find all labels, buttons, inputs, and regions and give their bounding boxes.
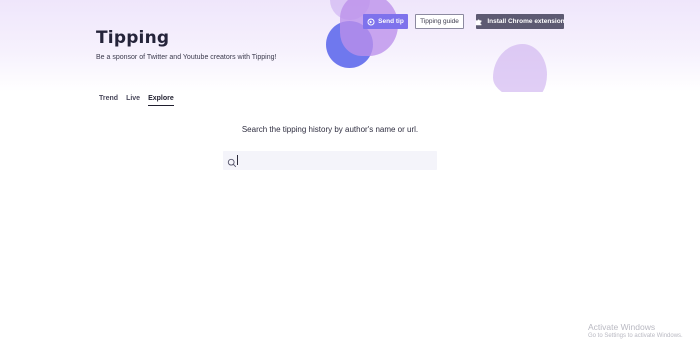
install-extension-button[interactable]: Install Chrome extension <box>475 14 565 29</box>
page: Tipping Be a sponsor of Twitter and Yout… <box>0 0 700 360</box>
tab-explore[interactable]: Explore <box>148 95 174 106</box>
decorative-blob <box>493 44 547 92</box>
activation-watermark: Activate Windows Go to Settings to activ… <box>588 322 683 339</box>
send-tip-button[interactable]: Send tip <box>363 14 408 29</box>
tab-trend[interactable]: Trend <box>99 95 118 106</box>
tab-live[interactable]: Live <box>126 95 140 106</box>
search-box[interactable] <box>223 151 437 170</box>
search-icon <box>227 155 237 168</box>
send-tip-icon <box>367 17 375 26</box>
search-prompt: Search the tipping history by author's n… <box>241 125 419 134</box>
send-tip-label: Send tip <box>378 18 404 25</box>
tipping-guide-button[interactable]: Tipping guide <box>415 14 464 29</box>
tab-bar: Trend Live Explore <box>99 95 174 106</box>
puzzle-icon <box>475 18 483 26</box>
install-extension-label: Install Chrome extension <box>487 18 565 25</box>
tipping-guide-label: Tipping guide <box>420 18 459 25</box>
text-cursor <box>237 155 238 165</box>
page-title: Tipping <box>96 28 170 48</box>
page-subtitle: Be a sponsor of Twitter and Youtube crea… <box>96 54 277 61</box>
watermark-title: Activate Windows <box>588 322 656 332</box>
watermark-subtitle: Go to Settings to activate Windows. <box>588 333 683 339</box>
search-input[interactable] <box>237 153 433 168</box>
hero-banner: Tipping Be a sponsor of Twitter and Yout… <box>0 0 700 92</box>
